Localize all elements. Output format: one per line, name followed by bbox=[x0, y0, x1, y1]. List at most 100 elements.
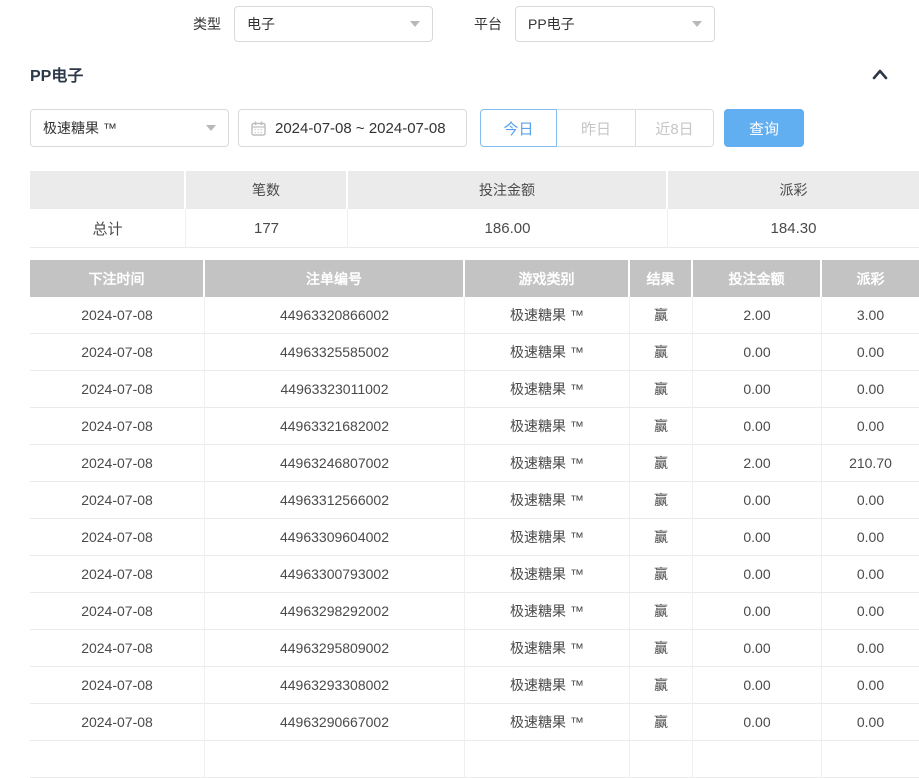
cell-payout: 0.00 bbox=[822, 482, 919, 519]
header-payout: 派彩 bbox=[822, 260, 919, 297]
collapse-button[interactable] bbox=[871, 67, 889, 81]
cell-bet-amount: 0.00 bbox=[693, 704, 822, 741]
cell-game-type: 极速糖果 ™ bbox=[465, 630, 630, 667]
cell-payout: 0.00 bbox=[822, 556, 919, 593]
table-row: 2024-07-0844963293308002极速糖果 ™赢0.000.00 bbox=[30, 667, 919, 704]
cell-result: 赢 bbox=[630, 630, 693, 667]
game-select-value: 极速糖果 ™ bbox=[43, 118, 117, 138]
cell-bet-id: 44963323011002 bbox=[205, 371, 465, 408]
date-range-value: 2024-07-08 ~ 2024-07-08 bbox=[275, 120, 446, 137]
last-8-days-button[interactable]: 近8日 bbox=[636, 109, 714, 147]
cell-bet-id: 44963312566002 bbox=[205, 482, 465, 519]
cell-payout: 0.00 bbox=[822, 667, 919, 704]
platform-select-value: PP电子 bbox=[528, 14, 575, 34]
cell-bet-id: 44963295809002 bbox=[205, 630, 465, 667]
cell-bet-amount: 0.00 bbox=[693, 630, 822, 667]
cell-bet-time: 2024-07-08 bbox=[30, 556, 205, 593]
cell-game-type: 极速糖果 ™ bbox=[465, 482, 630, 519]
table-row: 2024-07-0844963309604002极速糖果 ™赢0.000.00 bbox=[30, 519, 919, 556]
quick-date-button-group: 今日 昨日 近8日 bbox=[480, 109, 714, 147]
chevron-down-icon bbox=[410, 21, 420, 27]
header-bet-amount: 投注金额 bbox=[693, 260, 822, 297]
platform-label: 平台 bbox=[474, 14, 502, 34]
search-button[interactable]: 查询 bbox=[724, 109, 804, 147]
cell-bet-id bbox=[205, 741, 465, 778]
cell-result: 赢 bbox=[630, 371, 693, 408]
cell-bet-time: 2024-07-08 bbox=[30, 408, 205, 445]
table-row: 2024-07-0844963321682002极速糖果 ™赢0.000.00 bbox=[30, 408, 919, 445]
calendar-icon bbox=[251, 121, 266, 136]
type-select[interactable]: 电子 bbox=[234, 6, 433, 42]
table-row: 2024-07-0844963323011002极速糖果 ™赢0.000.00 bbox=[30, 371, 919, 408]
game-select[interactable]: 极速糖果 ™ bbox=[30, 109, 229, 147]
cell-bet-amount: 0.00 bbox=[693, 408, 822, 445]
table-row: 2024-07-0844963298292002极速糖果 ™赢0.000.00 bbox=[30, 593, 919, 630]
header-game-type: 游戏类别 bbox=[465, 260, 630, 297]
cell-bet-time: 2024-07-08 bbox=[30, 667, 205, 704]
summary-table: 笔数 投注金额 派彩 总计 177 186.00 184.30 bbox=[30, 171, 919, 248]
today-button[interactable]: 今日 bbox=[480, 109, 557, 147]
cell-game-type: 极速糖果 ™ bbox=[465, 445, 630, 482]
cell-bet-amount: 0.00 bbox=[693, 482, 822, 519]
summary-header-blank bbox=[30, 171, 186, 209]
summary-total-row: 总计 177 186.00 184.30 bbox=[30, 209, 919, 248]
cell-result: 赢 bbox=[630, 408, 693, 445]
cell-payout: 0.00 bbox=[822, 704, 919, 741]
yesterday-button[interactable]: 昨日 bbox=[557, 109, 636, 147]
cell-result: 赢 bbox=[630, 556, 693, 593]
cell-game-type: 极速糖果 ™ bbox=[465, 408, 630, 445]
cell-payout: 3.00 bbox=[822, 297, 919, 334]
cell-game-type: 极速糖果 ™ bbox=[465, 704, 630, 741]
cell-payout: 0.00 bbox=[822, 334, 919, 371]
table-row: 2024-07-0844963312566002极速糖果 ™赢0.000.00 bbox=[30, 482, 919, 519]
table-row: 2024-07-0844963295809002极速糖果 ™赢0.000.00 bbox=[30, 630, 919, 667]
table-row: 2024-07-0844963320866002极速糖果 ™赢2.003.00 bbox=[30, 297, 919, 334]
cell-bet-time bbox=[30, 741, 205, 778]
cell-bet-time: 2024-07-08 bbox=[30, 445, 205, 482]
filter-bar: 极速糖果 ™ 2024-07-08 ~ 2024-07-08 今日 昨日 近8日… bbox=[30, 109, 919, 147]
section-title: PP电子 bbox=[30, 62, 83, 86]
platform-select[interactable]: PP电子 bbox=[515, 6, 715, 42]
cell-bet-amount: 2.00 bbox=[693, 297, 822, 334]
table-row: 2024-07-0844963290667002极速糖果 ™赢0.000.00 bbox=[30, 704, 919, 741]
cell-result: 赢 bbox=[630, 445, 693, 482]
cell-bet-id: 44963300793002 bbox=[205, 556, 465, 593]
cell-bet-amount: 0.00 bbox=[693, 519, 822, 556]
cell-bet-id: 44963321682002 bbox=[205, 408, 465, 445]
summary-total-label: 总计 bbox=[30, 209, 186, 248]
cell-bet-id: 44963298292002 bbox=[205, 593, 465, 630]
cell-bet-amount: 0.00 bbox=[693, 371, 822, 408]
cell-payout: 0.00 bbox=[822, 408, 919, 445]
cell-bet-id: 44963246807002 bbox=[205, 445, 465, 482]
summary-header-payout: 派彩 bbox=[668, 171, 919, 209]
cell-game-type: 极速糖果 ™ bbox=[465, 667, 630, 704]
summary-header-bet-amount: 投注金额 bbox=[348, 171, 668, 209]
cell-bet-amount: 0.00 bbox=[693, 334, 822, 371]
cell-game-type: 极速糖果 ™ bbox=[465, 334, 630, 371]
section-header: PP电子 bbox=[30, 62, 889, 86]
chevron-down-icon bbox=[692, 21, 702, 27]
cell-bet-amount bbox=[693, 741, 822, 778]
cell-bet-time: 2024-07-08 bbox=[30, 334, 205, 371]
summary-header-count: 笔数 bbox=[186, 171, 348, 209]
cell-bet-time: 2024-07-08 bbox=[30, 482, 205, 519]
cell-bet-time: 2024-07-08 bbox=[30, 593, 205, 630]
cell-bet-time: 2024-07-08 bbox=[30, 519, 205, 556]
table-row bbox=[30, 741, 919, 778]
cell-game-type: 极速糖果 ™ bbox=[465, 371, 630, 408]
records-header-row: 下注时间 注单编号 游戏类别 结果 投注金额 派彩 bbox=[30, 260, 919, 297]
cell-bet-amount: 0.00 bbox=[693, 667, 822, 704]
type-label: 类型 bbox=[193, 14, 221, 34]
cell-bet-id: 44963293308002 bbox=[205, 667, 465, 704]
summary-bet-amount-value: 186.00 bbox=[348, 209, 668, 248]
date-range-picker[interactable]: 2024-07-08 ~ 2024-07-08 bbox=[238, 109, 467, 147]
cell-bet-id: 44963309604002 bbox=[205, 519, 465, 556]
cell-bet-time: 2024-07-08 bbox=[30, 704, 205, 741]
top-filter-bar: 类型 电子 平台 PP电子 bbox=[193, 6, 919, 42]
cell-result: 赢 bbox=[630, 297, 693, 334]
cell-result: 赢 bbox=[630, 334, 693, 371]
chevron-up-icon bbox=[871, 67, 889, 81]
cell-result bbox=[630, 741, 693, 778]
cell-bet-id: 44963290667002 bbox=[205, 704, 465, 741]
cell-bet-time: 2024-07-08 bbox=[30, 297, 205, 334]
